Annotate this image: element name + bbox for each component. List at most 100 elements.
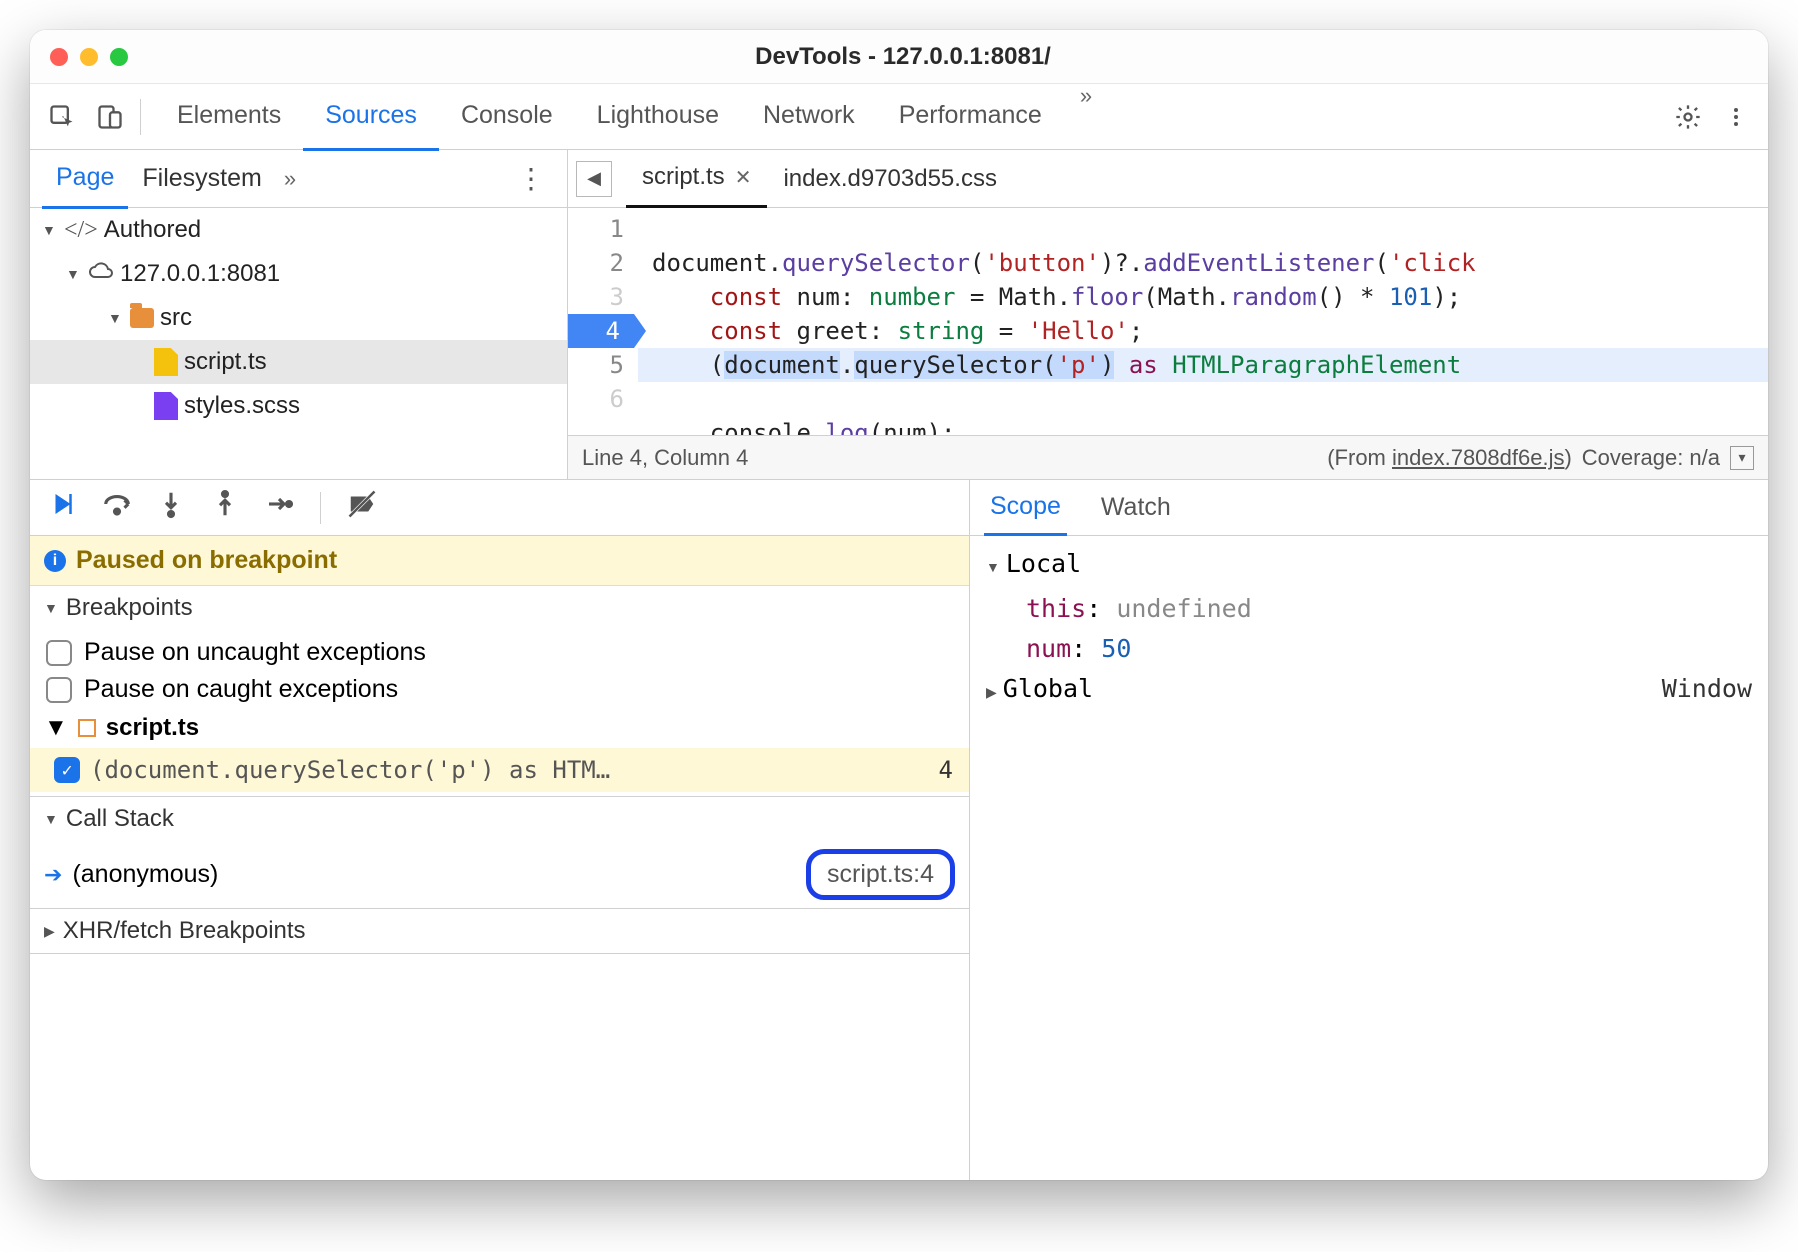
tab-network[interactable]: Network bbox=[741, 83, 877, 151]
xhr-breakpoints-header[interactable]: ▶ XHR/fetch Breakpoints bbox=[30, 909, 969, 953]
section-title: XHR/fetch Breakpoints bbox=[63, 917, 306, 945]
tree-row-folder[interactable]: ▼ src bbox=[30, 296, 567, 340]
file-tree: ▼ </> Authored ▼ 127.0.0.1:8081 ▼ src bbox=[30, 208, 567, 479]
disclosure-triangle-icon: ▼ bbox=[44, 714, 68, 742]
scope-local-header[interactable]: ▼Local bbox=[986, 544, 1752, 589]
checkbox-label: Pause on caught exceptions bbox=[84, 675, 398, 704]
breakpoints-section: ▼ Breakpoints Pause on uncaught exceptio… bbox=[30, 586, 969, 797]
breakpoints-header[interactable]: ▼ Breakpoints bbox=[30, 586, 969, 630]
breakpoint-code: (document.querySelector('p') as HTM… bbox=[90, 756, 610, 784]
tab-scope[interactable]: Scope bbox=[984, 480, 1067, 536]
editor-tab-label: index.d9703d55.css bbox=[783, 165, 997, 193]
navigator-more-icon[interactable]: ⋮ bbox=[507, 162, 555, 195]
pause-reason-bar: i Paused on breakpoint bbox=[30, 536, 969, 586]
separator bbox=[140, 99, 141, 135]
scope-variable-this[interactable]: this: undefined bbox=[986, 589, 1752, 629]
debugger-toolbar bbox=[30, 480, 969, 536]
checkbox[interactable]: ✓ bbox=[54, 757, 80, 783]
scope-variable-num[interactable]: num: 50 bbox=[986, 629, 1752, 669]
xhr-breakpoints-section: ▶ XHR/fetch Breakpoints bbox=[30, 909, 969, 954]
cloud-icon bbox=[88, 260, 114, 288]
code-editor[interactable]: 123 456 document.querySelector('button')… bbox=[568, 208, 1768, 435]
tree-label: script.ts bbox=[184, 348, 267, 376]
file-icon bbox=[154, 348, 178, 376]
pause-uncaught-row[interactable]: Pause on uncaught exceptions bbox=[30, 634, 969, 671]
sources-panel: Page Filesystem » ⋮ ▼ </> Authored ▼ 127… bbox=[30, 150, 1768, 1180]
kebab-menu-icon[interactable] bbox=[1712, 93, 1760, 141]
debugger-pane: i Paused on breakpoint ▼ Breakpoints Pau… bbox=[30, 480, 1768, 1180]
code-brackets-icon: </> bbox=[64, 217, 98, 244]
tree-label: src bbox=[160, 304, 192, 332]
navigator-tab-filesystem[interactable]: Filesystem bbox=[128, 150, 275, 207]
navigate-back-icon[interactable]: ◀ bbox=[576, 161, 612, 197]
navigator-tabs-overflow[interactable]: » bbox=[276, 166, 304, 192]
titlebar: DevTools - 127.0.0.1:8081/ bbox=[30, 30, 1768, 84]
frame-name: (anonymous) bbox=[72, 860, 218, 889]
editor-statusbar: Line 4, Column 4 (From index.7808df6e.js… bbox=[568, 435, 1768, 479]
disclosure-triangle-icon: ▶ bbox=[44, 923, 55, 940]
editor-tabs: ◀ script.ts ✕ index.d9703d55.css bbox=[568, 150, 1768, 208]
editor-tab-css[interactable]: index.d9703d55.css bbox=[767, 151, 1013, 207]
tab-sources[interactable]: Sources bbox=[303, 83, 439, 151]
call-stack-header[interactable]: ▼ Call Stack bbox=[30, 797, 969, 841]
line-gutter[interactable]: 123 456 bbox=[568, 208, 638, 435]
disclosure-triangle-icon: ▼ bbox=[108, 310, 124, 326]
tabs-overflow-button[interactable]: » bbox=[1064, 83, 1108, 151]
tab-elements[interactable]: Elements bbox=[155, 83, 303, 151]
tree-row-authored[interactable]: ▼ </> Authored bbox=[30, 208, 567, 252]
file-icon bbox=[154, 392, 178, 420]
scope-body: ▼Local this: undefined num: 50 ▶Global W… bbox=[970, 536, 1768, 722]
breakpoint-file-name: script.ts bbox=[106, 714, 199, 742]
breakpoint-file-icon bbox=[78, 719, 96, 737]
device-toolbar-icon[interactable] bbox=[86, 93, 134, 141]
close-tab-icon[interactable]: ✕ bbox=[735, 165, 752, 190]
tree-label: 127.0.0.1:8081 bbox=[120, 260, 280, 288]
scope-global-value: Window bbox=[1662, 669, 1752, 714]
tab-watch[interactable]: Watch bbox=[1095, 481, 1177, 534]
navigator-tabs: Page Filesystem » ⋮ bbox=[30, 150, 567, 208]
tab-lighthouse[interactable]: Lighthouse bbox=[575, 83, 741, 151]
source-from-label: (From index.7808df6e.js) bbox=[1327, 445, 1572, 471]
tab-console[interactable]: Console bbox=[439, 83, 575, 151]
step-over-icon[interactable] bbox=[102, 489, 132, 526]
call-stack-frame[interactable]: ➔ (anonymous) script.ts:4 bbox=[30, 841, 969, 908]
resume-icon[interactable] bbox=[48, 489, 78, 526]
source-from-file[interactable]: index.7808df6e.js bbox=[1392, 445, 1564, 470]
editor-tab-script[interactable]: script.ts ✕ bbox=[626, 149, 767, 208]
editor-tab-label: script.ts bbox=[642, 163, 725, 191]
tree-row-file[interactable]: script.ts bbox=[30, 340, 567, 384]
section-title: Breakpoints bbox=[66, 594, 193, 622]
frame-location[interactable]: script.ts:4 bbox=[806, 849, 955, 900]
disclosure-triangle-icon: ▼ bbox=[66, 266, 82, 282]
disclosure-triangle-icon: ▼ bbox=[42, 222, 58, 238]
checkbox[interactable] bbox=[46, 677, 72, 703]
breakpoint-entry[interactable]: ✓ (document.querySelector('p') as HTM… 4 bbox=[30, 748, 969, 792]
devtools-window: DevTools - 127.0.0.1:8081/ Elements Sour… bbox=[30, 30, 1768, 1180]
step-icon[interactable] bbox=[264, 489, 294, 526]
scope-pane: Scope Watch ▼Local this: undefined num: … bbox=[970, 480, 1768, 1180]
tree-row-domain[interactable]: ▼ 127.0.0.1:8081 bbox=[30, 252, 567, 296]
step-out-icon[interactable] bbox=[210, 489, 240, 526]
code-area[interactable]: document.querySelector('button')?.addEve… bbox=[638, 208, 1768, 435]
statusbar-dropdown-icon[interactable]: ▾ bbox=[1730, 446, 1754, 470]
window-title: DevTools - 127.0.0.1:8081/ bbox=[58, 43, 1748, 71]
breakpoint-file-row[interactable]: ▼ script.ts bbox=[30, 708, 969, 748]
breakpoint-line-number: 4 bbox=[939, 756, 953, 784]
tree-label: Authored bbox=[104, 216, 201, 244]
inspect-element-icon[interactable] bbox=[38, 93, 86, 141]
current-frame-icon: ➔ bbox=[44, 862, 62, 888]
scope-tabs: Scope Watch bbox=[970, 480, 1768, 536]
checkbox[interactable] bbox=[46, 640, 72, 666]
settings-gear-icon[interactable] bbox=[1664, 93, 1712, 141]
call-stack-section: ▼ Call Stack ➔ (anonymous) script.ts:4 bbox=[30, 797, 969, 909]
deactivate-breakpoints-icon[interactable] bbox=[347, 489, 377, 526]
tree-row-file[interactable]: styles.scss bbox=[30, 384, 567, 428]
step-into-icon[interactable] bbox=[156, 489, 186, 526]
navigator-pane: Page Filesystem » ⋮ ▼ </> Authored ▼ 127… bbox=[30, 150, 568, 479]
tab-performance[interactable]: Performance bbox=[877, 83, 1064, 151]
navigator-tab-page[interactable]: Page bbox=[42, 149, 128, 209]
info-icon: i bbox=[44, 550, 66, 572]
pause-caught-row[interactable]: Pause on caught exceptions bbox=[30, 671, 969, 708]
cursor-position: Line 4, Column 4 bbox=[582, 445, 748, 471]
scope-global-header[interactable]: ▶Global Window bbox=[986, 669, 1752, 714]
